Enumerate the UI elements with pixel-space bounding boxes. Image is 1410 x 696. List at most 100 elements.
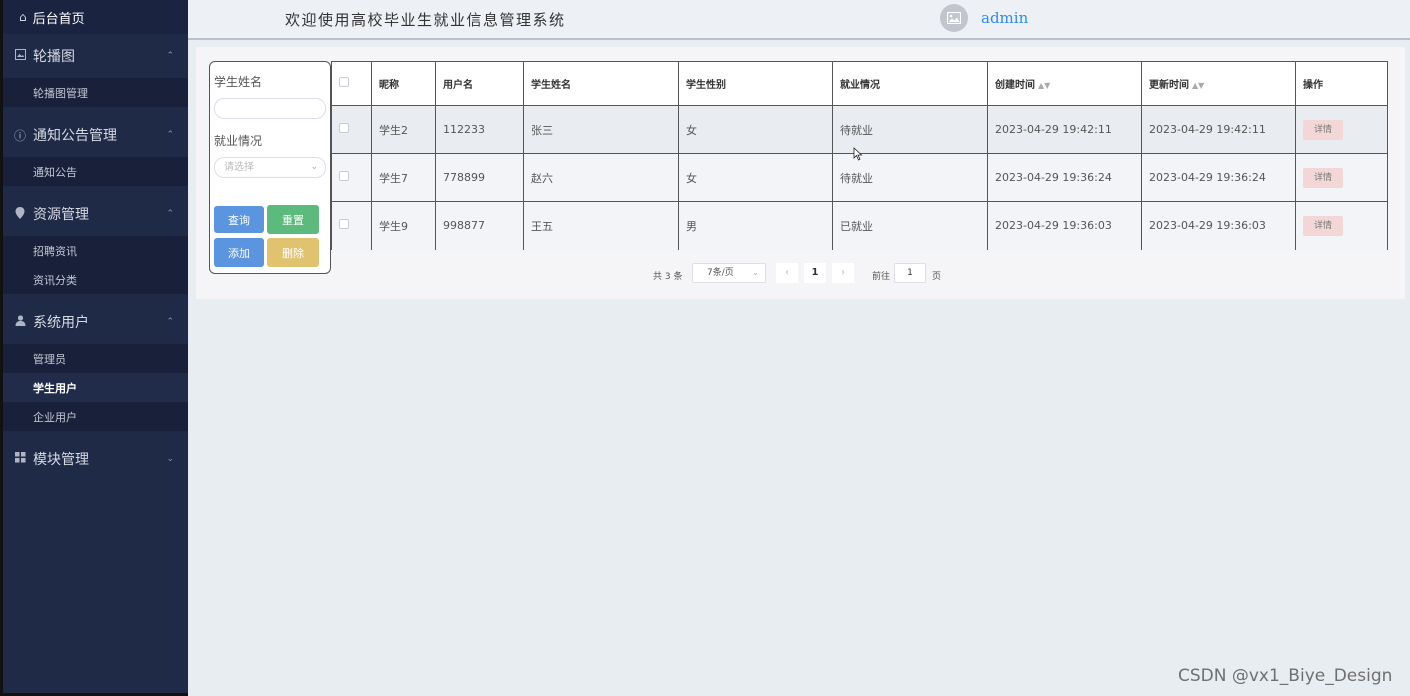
image-icon [13,49,27,63]
grid-icon [13,452,27,466]
col-student-name: 学生姓名 [523,61,679,106]
add-button[interactable]: 添加 [214,238,264,267]
sidebar-home-label: 后台首页 [32,11,85,27]
select-placeholder: 请选择 [224,162,254,173]
cell-updated-time: 2023-04-29 19:36:24 [1141,153,1296,202]
sidebar-group-label: 通知公告管理 [33,128,117,144]
sidebar-item-job-news[interactable]: 招聘资讯 [3,236,188,265]
info-circle-icon: ⓘ [13,128,26,143]
table-row: 学生9 998877 王五 男 已就业 2023-04-29 19:36:03 … [331,201,1388,250]
row-checkbox[interactable] [339,219,349,230]
sidebar-group-carousel[interactable]: 轮播图 ⌃ [3,34,188,78]
cell-username: 778899 [435,153,524,202]
sidebar-group-label: 模块管理 [33,452,89,468]
cell-username: 112233 [435,105,524,154]
student-name-input[interactable] [214,98,326,119]
mouse-cursor-icon [853,147,863,161]
detail-button[interactable]: 详情 [1303,215,1343,236]
row-checkbox[interactable] [339,123,349,133]
sidebar-item-news-category[interactable]: 资讯分类 [3,265,188,294]
chevron-up-icon: ⌃ [166,130,174,140]
prev-page-button[interactable]: ‹ [776,263,798,283]
content-panel: 学生姓名 就业情况 请选择 ⌄ 查询 重置 添加 删除 昵称 用户名 学生姓名 … [196,47,1405,299]
employment-status-select[interactable]: 请选择 ⌄ [214,157,326,178]
cell-username: 998877 [435,201,524,250]
goto-page-input[interactable]: 1 [894,263,926,283]
cell-gender: 女 [678,153,833,202]
sidebar-item-company-users[interactable]: 企业用户 [3,402,188,431]
col-actions: 操作 [1295,61,1388,106]
select-all-checkbox[interactable] [339,77,349,87]
page-unit-label: 页 [932,272,942,282]
sidebar-item-admin[interactable]: 管理员 [3,344,188,373]
col-employment-status: 就业情况 [832,61,988,106]
row-checkbox[interactable] [339,171,349,181]
pagination-total: 共 3 条 [653,272,683,282]
image-placeholder-icon [947,12,961,24]
cell-student-name: 王五 [523,201,679,250]
cell-employment-status: 已就业 [832,201,988,250]
sidebar-item-carousel-manage[interactable]: 轮播图管理 [3,78,188,107]
home-icon: ⌂ [19,10,27,24]
page-size-value: 7条/页 [707,268,734,278]
next-page-button[interactable]: › [832,263,854,283]
detail-button[interactable]: 详情 [1303,167,1343,188]
goto-label: 前往 [872,272,891,282]
sidebar-group-label: 资源管理 [33,207,89,223]
sidebar-group-system-users[interactable]: 系统用户 ⌃ [3,300,188,344]
sort-icon[interactable]: ▲▼ [1038,81,1050,90]
col-gender: 学生性别 [678,61,833,106]
sidebar-group-modules[interactable]: 模块管理 ⌄ [3,437,188,481]
chevron-up-icon: ⌃ [166,209,174,219]
col-nickname: 昵称 [371,61,436,106]
select-all-cell[interactable] [331,61,372,106]
avatar[interactable] [940,4,968,32]
sort-icon[interactable]: ▲▼ [1192,81,1204,90]
search-form: 学生姓名 就业情况 请选择 ⌄ 查询 重置 添加 删除 [209,61,331,274]
chevron-up-icon: ⌃ [166,51,174,61]
cell-student-name: 张三 [523,105,679,154]
col-created-time[interactable]: 创建时间 ▲▼ [987,61,1142,106]
sidebar-item-notice[interactable]: 通知公告 [3,157,188,186]
location-pin-icon [13,206,27,222]
cell-nickname: 学生7 [371,153,436,202]
page-number-1[interactable]: 1 [804,263,826,283]
username-link[interactable]: admin [981,9,1028,27]
cell-gender: 女 [678,105,833,154]
cell-updated-time: 2023-04-29 19:36:03 [1141,201,1296,250]
sidebar-group-notice[interactable]: ⓘ 通知公告管理 ⌃ [3,113,188,157]
sidebar-home[interactable]: ⌂ 后台首页 [3,0,188,34]
page-size-select[interactable]: 7条/页 ⌄ [692,263,766,283]
user-icon [13,315,27,329]
sidebar-group-label: 轮播图 [33,49,75,65]
table-header-row: 昵称 用户名 学生姓名 学生性别 就业情况 创建时间 ▲▼ 更新时间 ▲▼ 操作 [331,61,1388,106]
detail-button[interactable]: 详情 [1303,119,1343,140]
watermark: CSDN @vx1_Biye_Design [1178,666,1393,686]
sidebar: ⌂ 后台首页 轮播图 ⌃ 轮播图管理 ⓘ 通知公告管理 ⌃ 通知公告 资源管理 … [0,0,188,696]
cell-student-name: 赵六 [523,153,679,202]
reset-button[interactable]: 重置 [267,205,319,234]
chevron-down-icon: ⌄ [310,162,318,172]
cell-created-time: 2023-04-29 19:36:24 [987,153,1142,202]
cell-updated-time: 2023-04-29 19:42:11 [1141,105,1296,154]
col-username: 用户名 [435,61,524,106]
query-button[interactable]: 查询 [214,206,264,233]
chevron-down-icon: ⌄ [166,454,174,464]
chevron-down-icon: ⌄ [752,268,759,277]
chevron-left-icon: ‹ [785,267,789,278]
chevron-right-icon: › [841,267,845,278]
chevron-up-icon: ⌃ [166,317,174,327]
cell-gender: 男 [678,201,833,250]
cell-nickname: 学生2 [371,105,436,154]
employment-status-label: 就业情况 [214,134,263,148]
welcome-title: 欢迎使用高校毕业生就业信息管理系统 [285,11,566,29]
sidebar-group-label: 系统用户 [33,315,89,331]
sidebar-group-resource[interactable]: 资源管理 ⌃ [3,192,188,236]
delete-button[interactable]: 删除 [267,238,319,267]
col-updated-time[interactable]: 更新时间 ▲▼ [1141,61,1296,106]
top-header: 欢迎使用高校毕业生就业信息管理系统 admin [188,0,1410,40]
cell-created-time: 2023-04-29 19:36:03 [987,201,1142,250]
cell-created-time: 2023-04-29 19:42:11 [987,105,1142,154]
student-name-label: 学生姓名 [214,75,263,89]
sidebar-item-student-users[interactable]: 学生用户 [3,373,188,402]
